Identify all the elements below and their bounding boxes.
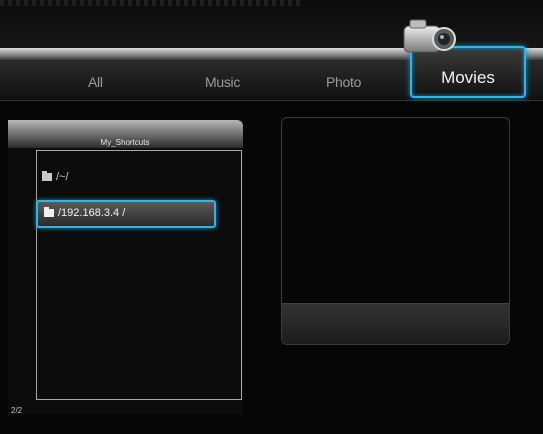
list-item-parent-dir[interactable]: /~/ bbox=[42, 171, 69, 189]
top-decoration bbox=[0, 0, 300, 6]
folder-icon bbox=[42, 171, 52, 182]
page-indicator: 2/2 bbox=[11, 406, 23, 415]
tab-photo[interactable]: Photo bbox=[326, 74, 361, 90]
tab-all[interactable]: All bbox=[88, 74, 103, 90]
shortcuts-title: My_Shortcuts bbox=[100, 138, 150, 147]
tab-movies-label: Movies bbox=[441, 68, 495, 87]
folder-icon bbox=[44, 207, 54, 218]
top-band bbox=[0, 0, 543, 48]
list-item-label: /192.168.3.4 / bbox=[58, 207, 126, 219]
tab-music[interactable]: Music bbox=[205, 74, 240, 90]
video-camera-icon bbox=[403, 19, 456, 53]
list-item-label: /~/ bbox=[56, 171, 69, 183]
list-item-network-share[interactable]: /192.168.3.4 / bbox=[36, 200, 216, 228]
preview-info-bar bbox=[282, 303, 509, 344]
preview-panel bbox=[281, 117, 510, 345]
media-player-screen: All Music Photo Movies My_Shortcuts /~/ … bbox=[0, 0, 543, 434]
